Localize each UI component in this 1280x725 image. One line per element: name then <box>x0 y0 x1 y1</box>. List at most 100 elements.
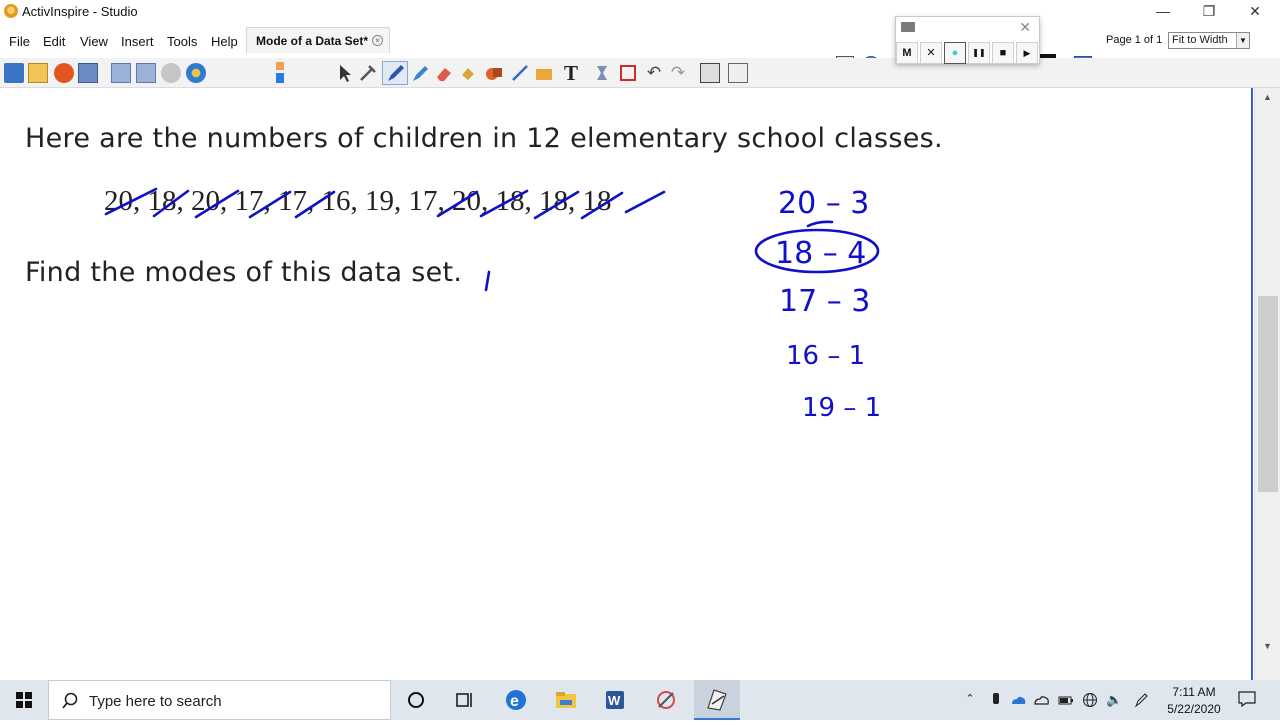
data-separator: , <box>437 185 452 217</box>
highlighter-icon[interactable] <box>410 63 430 83</box>
windows-taskbar: Type here to search e W ⌃ 🔈 7:11 AM 5/22… <box>0 680 1280 720</box>
document-tab[interactable]: Mode of a Data Set* × <box>246 27 390 53</box>
canvas-question: Find the modes of this data set. <box>25 257 463 288</box>
main-menu-icon[interactable] <box>4 63 24 83</box>
reset-icon[interactable] <box>54 63 74 83</box>
connector-icon[interactable] <box>510 63 530 83</box>
video-camera-icon <box>901 22 915 32</box>
notifications-icon[interactable] <box>1238 691 1256 708</box>
title-bar: ActivInspire - Studio — ❐ ✕ <box>0 0 1280 24</box>
screenshot-icon[interactable] <box>78 63 98 83</box>
window-title: ActivInspire - Studio <box>22 4 138 19</box>
search-icon <box>62 692 78 709</box>
menu-edit[interactable]: Edit <box>43 34 65 49</box>
file-explorer-icon[interactable] <box>554 688 578 712</box>
current-color-icon[interactable] <box>276 62 284 70</box>
menu-file[interactable]: File <box>9 34 30 49</box>
activinspire-taskbar-icon[interactable] <box>694 680 740 720</box>
data-separator: , <box>350 185 365 217</box>
data-separator: , <box>524 185 539 217</box>
microphone-icon[interactable] <box>988 692 1004 708</box>
recorder-mode-button[interactable]: M <box>896 42 918 64</box>
data-separator: , <box>394 185 409 217</box>
data-separator: , <box>176 185 191 217</box>
magic-ink-icon[interactable] <box>534 63 554 83</box>
marquee-select-icon[interactable] <box>358 63 378 83</box>
play-icon[interactable] <box>161 63 181 83</box>
fill-icon[interactable] <box>458 63 478 83</box>
customize-icon[interactable] <box>728 63 748 83</box>
browser-icon[interactable] <box>28 63 48 83</box>
word-icon[interactable]: W <box>603 688 627 712</box>
recorder-close-icon[interactable]: ✕ <box>1019 19 1031 36</box>
menu-help[interactable]: Help <box>211 34 238 49</box>
data-value: 20 <box>452 185 481 217</box>
menu-view[interactable]: View <box>80 34 108 49</box>
minimize-button[interactable]: — <box>1140 0 1186 24</box>
clear-icon[interactable] <box>592 63 612 83</box>
data-separator: , <box>133 185 148 217</box>
data-value: 16 <box>321 185 351 217</box>
volume-icon[interactable]: 🔈 <box>1106 692 1122 708</box>
onedrive-icon[interactable] <box>1010 692 1026 708</box>
page-edge <box>1251 88 1253 680</box>
edge-browser-icon[interactable]: e <box>504 688 528 712</box>
close-button[interactable]: ✕ <box>1232 0 1278 24</box>
next-page-icon[interactable] <box>136 63 156 83</box>
zoom-select[interactable]: Fit to Width ▼ <box>1168 32 1250 49</box>
text-tool-icon[interactable]: T <box>561 63 581 84</box>
battery-icon[interactable] <box>1058 692 1074 708</box>
previous-page-icon[interactable] <box>111 63 131 83</box>
recorder-stop-button[interactable]: ■ <box>992 42 1014 64</box>
document-tab-label: Mode of a Data Set* <box>256 34 369 48</box>
page-indicator: Page 1 of 1 <box>1106 34 1163 46</box>
chevron-up-icon[interactable]: ⌃ <box>962 692 978 708</box>
refresh-icon[interactable] <box>618 63 638 83</box>
svg-text:W: W <box>608 693 621 708</box>
network-globe-icon[interactable] <box>1082 692 1098 708</box>
recorder-pause-button[interactable]: ❚❚ <box>968 42 990 64</box>
undo-icon[interactable]: ↶ <box>644 63 664 83</box>
chevron-down-icon: ▼ <box>1236 33 1249 48</box>
desktop-tools-icon[interactable] <box>700 63 720 83</box>
menu-tools[interactable]: Tools <box>167 34 197 49</box>
data-value: 19 <box>365 185 394 217</box>
cloud-icon[interactable] <box>1033 692 1049 708</box>
system-clock[interactable]: 7:11 AM 5/22/2020 <box>1158 684 1230 718</box>
recorder-record-button[interactable]: ● <box>944 42 966 64</box>
pen-tool-icon[interactable] <box>382 61 408 85</box>
scroll-up-icon[interactable]: ▲ <box>1263 92 1272 102</box>
recorder-popup: ✕ M ✕ ● ❚❚ ■ ▶ <box>895 16 1040 64</box>
start-button[interactable] <box>0 680 48 720</box>
task-view-icon[interactable] <box>452 688 476 712</box>
data-separator: , <box>263 185 278 217</box>
close-tab-icon[interactable]: × <box>372 35 383 46</box>
data-separator: , <box>568 185 583 217</box>
data-value: 18 <box>147 185 177 217</box>
clock-date: 5/22/2020 <box>1167 702 1221 716</box>
flipchart-canvas[interactable]: Here are the numbers of children in 12 e… <box>0 88 1254 680</box>
menu-insert[interactable]: Insert <box>121 34 154 49</box>
vertical-scrollbar[interactable]: ▲ ▼ <box>1254 88 1280 680</box>
snipping-tool-icon[interactable] <box>654 688 678 712</box>
eraser-icon[interactable] <box>434 63 454 83</box>
shape-icon[interactable] <box>484 63 504 83</box>
recorder-play-button[interactable]: ▶ <box>1016 42 1038 64</box>
scrollbar-thumb[interactable] <box>1258 296 1278 492</box>
redo-icon[interactable]: ↷ <box>668 63 688 83</box>
svg-text:e: e <box>510 693 519 710</box>
zoom-value: Fit to Width <box>1172 34 1228 46</box>
maximize-button[interactable]: ❐ <box>1186 0 1232 24</box>
canvas-heading: Here are the numbers of children in 12 e… <box>25 123 943 154</box>
pen-workspace-icon[interactable] <box>1133 692 1149 708</box>
recorder-cancel-button[interactable]: ✕ <box>920 42 942 64</box>
scroll-down-icon[interactable]: ▼ <box>1263 641 1272 651</box>
data-separator: , <box>307 185 322 217</box>
select-arrow-icon[interactable] <box>334 63 354 83</box>
data-value: 17 <box>234 185 264 217</box>
taskbar-search-box[interactable]: Type here to search <box>48 680 391 720</box>
secondary-color-icon[interactable] <box>276 73 284 83</box>
data-value: 17 <box>408 185 438 217</box>
cortana-icon[interactable] <box>404 688 428 712</box>
web-browser-icon[interactable] <box>186 63 206 83</box>
